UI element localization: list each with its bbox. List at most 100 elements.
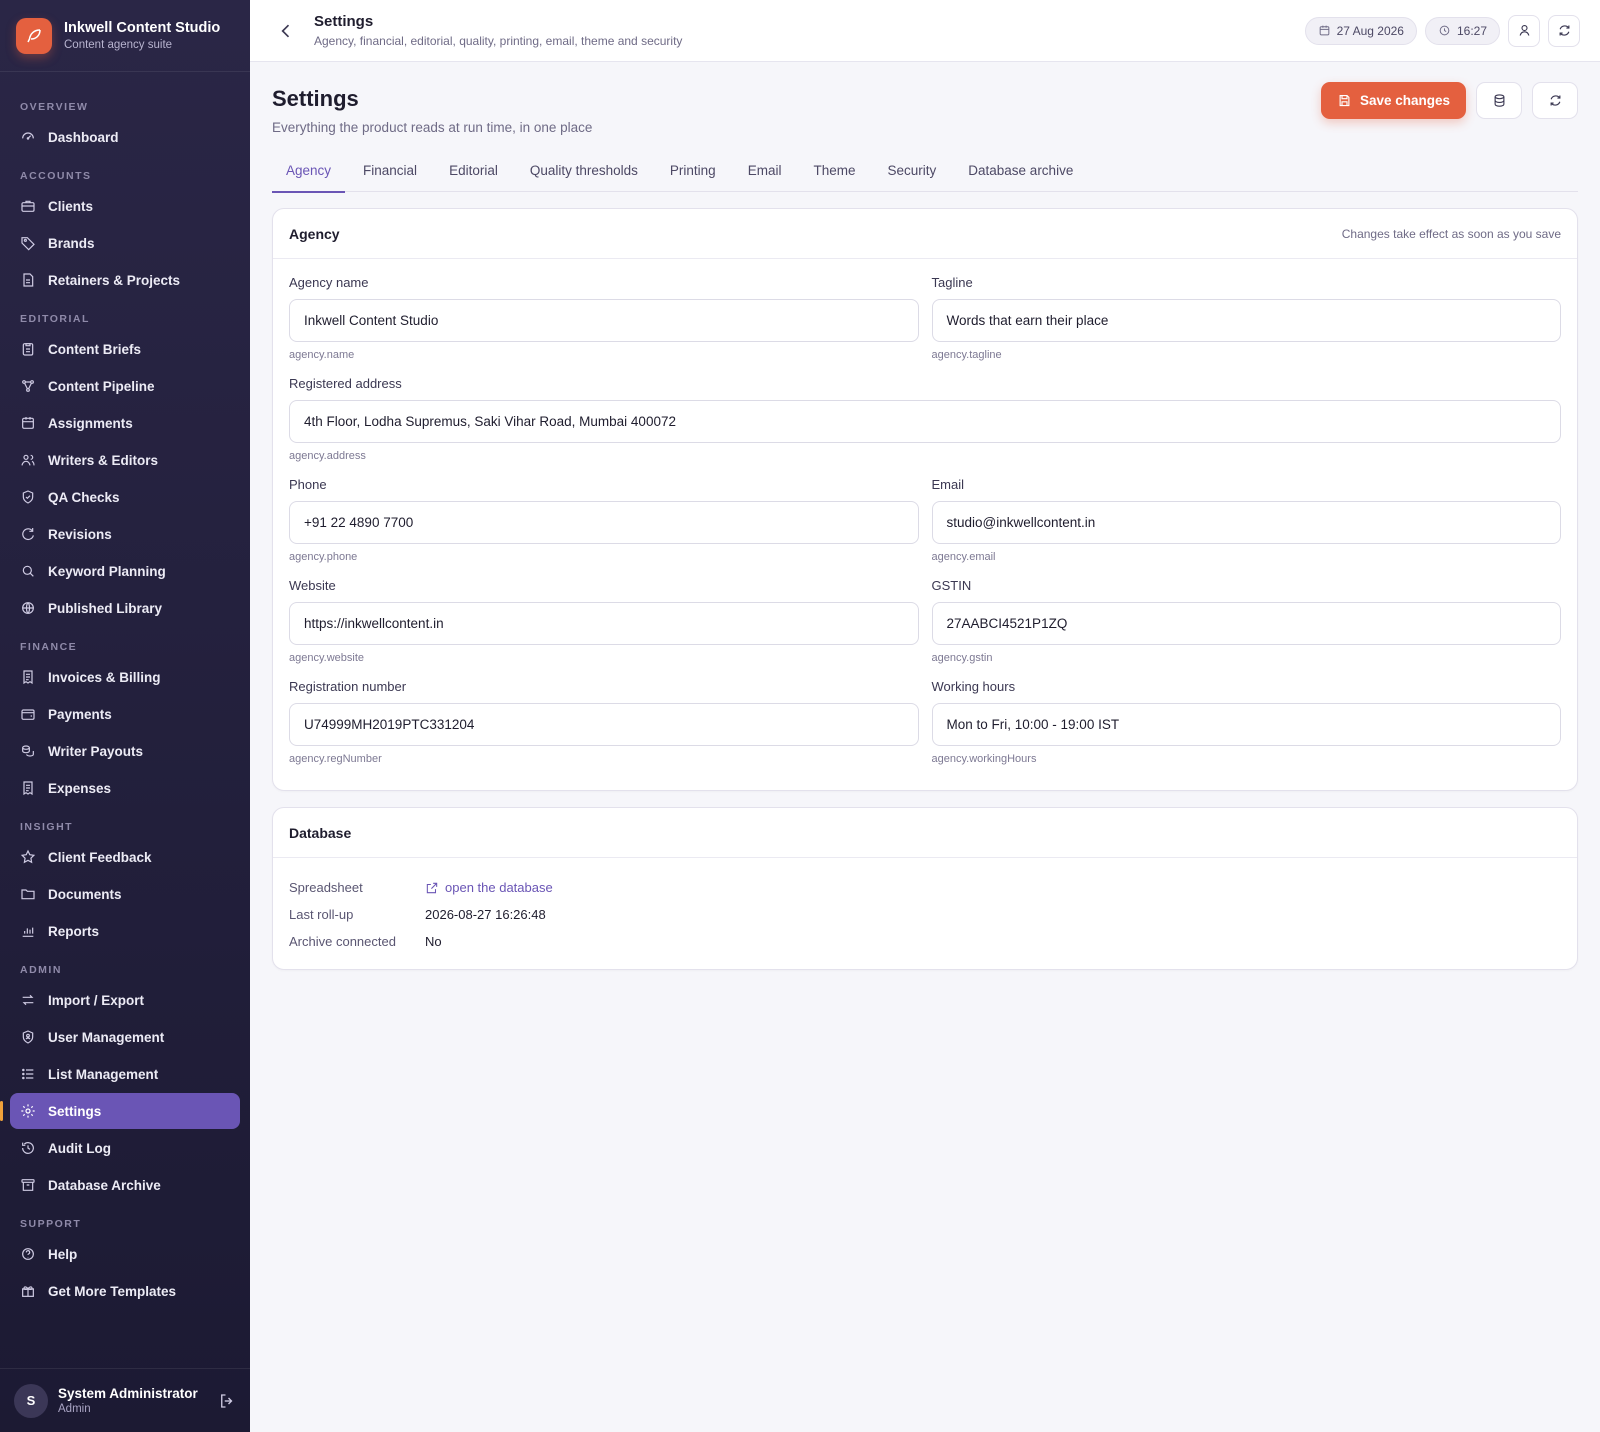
tagline-label: Tagline (931, 275, 973, 290)
registration-number-key: agency.regNumber (289, 753, 382, 765)
sidebar-item-brands[interactable]: Brands (10, 225, 240, 261)
address-label: Registered address (289, 376, 402, 391)
time-pill: 16:27 (1424, 16, 1500, 45)
sidebar-item-clients[interactable]: Clients (10, 188, 240, 224)
sidebar-item-database-archive[interactable]: Database Archive (10, 1167, 240, 1203)
sidebar-item-revisions[interactable]: Revisions (10, 516, 240, 552)
tab-database-archive[interactable]: Database archive (954, 156, 1087, 192)
sidebar-item-writer-payouts[interactable]: Writer Payouts (10, 733, 240, 769)
sidebar-item-audit-log[interactable]: Audit Log (10, 1130, 240, 1166)
avatar[interactable]: S (14, 1383, 48, 1418)
sidebar-item-assignments[interactable]: Assignments (10, 405, 240, 441)
sidebar-item-invoices-billing[interactable]: Invoices & Billing (10, 659, 240, 695)
phone-label: Phone (289, 477, 327, 492)
save-changes-button[interactable]: Save changes (1320, 82, 1466, 119)
sidebar-item-label: Clients (48, 198, 94, 214)
user-role: Admin (58, 1403, 91, 1415)
tab-email[interactable]: Email (734, 156, 796, 192)
archive-row: Archive connected No (289, 928, 1561, 955)
settings-tabs: Agency Financial Editorial Quality threshol… (272, 156, 1578, 193)
website-label: Website (289, 578, 336, 593)
date-pill: 27 Aug 2026 (1304, 16, 1417, 45)
sidebar-item-label: Audit Log (48, 1140, 111, 1156)
users-icon (21, 454, 35, 466)
help-icon (22, 1248, 34, 1260)
website-input[interactable]: https://inkwellcontent.in (289, 602, 919, 645)
working-hours-label: Working hours (931, 679, 1016, 694)
wallet-icon (21, 709, 35, 720)
address-input[interactable]: 4th Floor, Lodha Supremus, Saki Vihar Ro… (289, 400, 1561, 443)
page-header: Settings Everything the product reads at… (272, 62, 1578, 193)
sidebar-item-import-export[interactable]: Import / Export (10, 982, 240, 1018)
tab-agency[interactable]: Agency (272, 156, 346, 193)
tab-theme[interactable]: Theme (799, 156, 869, 192)
tab-security[interactable]: Security (873, 156, 950, 192)
sidebar-item-payments[interactable]: Payments (10, 696, 240, 732)
sidebar-item-label: Expenses (48, 780, 112, 796)
sidebar-item-content-briefs[interactable]: Content Briefs (10, 331, 240, 367)
sidebar-item-user-management[interactable]: User Management (10, 1019, 240, 1055)
star-icon (20, 849, 36, 864)
sidebar-item-documents[interactable]: Documents (10, 876, 240, 912)
sidebar-item-settings[interactable]: Settings (0, 1093, 240, 1129)
sidebar-item-reports[interactable]: Reports (10, 913, 240, 949)
refresh-icon (1559, 25, 1569, 36)
sidebar-item-writers-editors[interactable]: Writers & Editors (10, 442, 240, 478)
working-hours-input[interactable]: Mon to Fri, 10:00 - 19:00 IST (931, 703, 1561, 746)
sidebar-item-label: Assignments (48, 415, 133, 431)
agency-card: Agency Changes take effect as soon as yo… (272, 208, 1578, 791)
email-input[interactable]: studio@inkwellcontent.in (931, 501, 1561, 544)
clipboard-icon (22, 343, 34, 356)
sidebar-item-get-more-templates[interactable]: Get More Templates (10, 1273, 240, 1309)
nav-section-finance: FINANCE (20, 641, 78, 653)
sidebar-item-label: Writer Payouts (48, 743, 144, 759)
sidebar-item-client-feedback[interactable]: Client Feedback (10, 839, 240, 875)
search-icon (22, 565, 34, 577)
tagline-key: agency.tagline (931, 349, 1002, 361)
archive-icon (21, 1179, 35, 1191)
tab-printing[interactable]: Printing (656, 156, 730, 192)
spreadsheet-row: Spreadsheet open the database (289, 874, 1561, 901)
save-changes-label: Save changes (1359, 93, 1450, 108)
list-icon (22, 1068, 34, 1080)
sidebar-item-keyword-planning[interactable]: Keyword Planning (10, 553, 240, 589)
sidebar-item-label: Dashboard (48, 129, 119, 145)
receipt-icon (23, 781, 33, 796)
logout-icon[interactable] (218, 1392, 236, 1410)
tagline-input[interactable]: Words that earn their place (931, 299, 1561, 342)
tab-quality-thresholds[interactable]: Quality thresholds (516, 156, 652, 192)
sidebar-item-help[interactable]: Help (10, 1236, 240, 1272)
database-button[interactable] (1476, 82, 1522, 119)
sidebar-item-label: Reports (48, 923, 100, 939)
open-database-link[interactable]: open the database (425, 880, 553, 895)
sidebar-item-dashboard[interactable]: Dashboard (10, 119, 240, 155)
external-link-icon (426, 882, 438, 893)
refresh-button[interactable] (1548, 14, 1580, 47)
tab-financial[interactable]: Financial (349, 156, 431, 192)
agency-name-label: Agency name (289, 275, 369, 290)
reload-button[interactable] (1532, 82, 1578, 119)
email-label: Email (931, 477, 965, 492)
tab-editorial[interactable]: Editorial (435, 156, 512, 192)
nav-section-editorial: EDITORIAL (20, 313, 90, 325)
registration-number-input[interactable]: U74999MH2019PTC331204 (289, 703, 919, 746)
sidebar-item-published-library[interactable]: Published Library (10, 590, 240, 626)
main-content: Settings Everything the product reads at… (272, 62, 1578, 970)
nav-section-accounts: ACCOUNTS (20, 170, 92, 182)
email-key: agency.email (931, 551, 996, 563)
gstin-input[interactable]: 27AABCI4521P1ZQ (931, 602, 1561, 645)
brand: Inkwell Content Studio Content agency su… (0, 0, 250, 72)
back-chevron-icon[interactable] (276, 21, 296, 41)
sidebar-item-content-pipeline[interactable]: Content Pipeline (10, 368, 240, 404)
sidebar-item-list-management[interactable]: List Management (10, 1056, 240, 1092)
date-text: 27 Aug 2026 (1336, 23, 1404, 38)
sidebar-item-retainers-projects[interactable]: Retainers & Projects (10, 262, 240, 298)
sidebar-item-label: Retainers & Projects (48, 272, 181, 288)
profile-button[interactable] (1508, 14, 1540, 47)
sidebar-item-expenses[interactable]: Expenses (10, 770, 240, 806)
user-box: S System Administrator Admin (0, 1368, 250, 1432)
agency-card-note: Changes take effect as soon as you save (1341, 226, 1561, 241)
phone-input[interactable]: +91 22 4890 7700 (289, 501, 919, 544)
sidebar-item-qa-checks[interactable]: QA Checks (10, 479, 240, 515)
agency-name-input[interactable]: Inkwell Content Studio (289, 299, 919, 342)
